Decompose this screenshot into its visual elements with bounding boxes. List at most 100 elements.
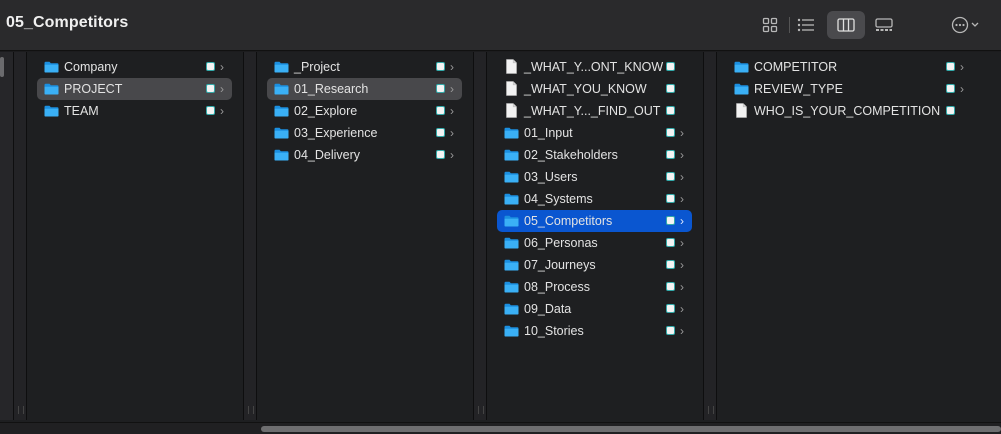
tag-icon [666,216,675,225]
tag-icon [436,106,445,115]
folder-row[interactable]: Company › [37,56,232,78]
folder-row[interactable]: PROJECT › [37,78,232,100]
document-icon [506,81,517,96]
item-label: 02_Stakeholders [524,148,618,162]
item-label: 03_Users [524,170,578,184]
horizontal-scroll-thumb[interactable] [261,426,1001,432]
tag-icon [666,326,675,335]
folder-icon [44,105,59,117]
item-label: 06_Personas [524,236,598,250]
folder-row[interactable]: REVIEW_TYPE › [727,78,972,100]
item-label: 03_Experience [294,126,378,140]
tag-icon [666,150,675,159]
column-resize-handle[interactable] [243,52,257,420]
folder-row[interactable]: _Project › [267,56,462,78]
folder-icon [504,259,519,271]
folder-icon [44,61,59,73]
tag-icon [206,84,215,93]
item-label: 07_Journeys [524,258,596,272]
chevron-right-icon: › [960,82,964,96]
folder-row[interactable]: 04_Systems › [497,188,692,210]
tag-icon [666,84,675,93]
folder-icon [274,127,289,139]
tag-icon [206,106,215,115]
folder-row[interactable]: 03_Experience › [267,122,462,144]
folder-row[interactable]: 03_Users › [497,166,692,188]
list-view-button[interactable] [793,11,819,39]
tag-icon [666,128,675,137]
document-icon [736,103,747,118]
chevron-right-icon: › [450,126,454,140]
tag-icon [436,84,445,93]
list-view-icon [797,18,814,32]
folder-row[interactable]: 07_Journeys › [497,254,692,276]
folder-icon [504,325,519,337]
folder-row[interactable]: 06_Personas › [497,232,692,254]
tag-icon [946,62,955,71]
folder-row[interactable]: 05_Competitors › [497,210,692,232]
folder-row[interactable]: 08_Process › [497,276,692,298]
file-row[interactable]: WHO_IS_YOUR_COMPETITION [727,100,972,122]
tag-icon [206,62,215,71]
chevron-right-icon: › [680,302,684,316]
column-resize-handle[interactable] [473,52,487,420]
horizontal-scrollbar[interactable] [0,422,1001,434]
tag-icon [666,194,675,203]
more-actions-icon [951,16,979,34]
tag-icon [436,128,445,137]
window-toolbar: 05_Competitors [0,0,1001,51]
tag-icon [666,304,675,313]
tag-icon [436,62,445,71]
tag-icon [666,238,675,247]
folder-row[interactable]: COMPETITOR › [727,56,972,78]
window-title: 05_Competitors [6,14,129,31]
more-actions-button[interactable] [945,11,987,39]
file-row[interactable]: _WHAT_Y..._FIND_OUT [497,100,692,122]
item-label: _Project [294,60,340,74]
folder-icon [274,61,289,73]
item-label: 04_Systems [524,192,593,206]
folder-row[interactable]: 10_Stories › [497,320,692,342]
item-label: Company [64,60,118,74]
chevron-right-icon: › [680,324,684,338]
grid-view-button[interactable] [757,11,783,39]
item-label: PROJECT [64,82,123,96]
tag-icon [666,282,675,291]
chevron-right-icon: › [450,60,454,74]
item-label: COMPETITOR [754,60,838,74]
column-resize-handle[interactable] [703,52,717,420]
column-resize-handle[interactable] [13,52,27,420]
chevron-right-icon: › [220,104,224,118]
folder-icon [274,149,289,161]
chevron-right-icon: › [680,214,684,228]
chevron-right-icon: › [450,104,454,118]
chevron-right-icon: › [680,126,684,140]
folder-row[interactable]: 01_Research › [267,78,462,100]
column-view-icon [837,18,855,32]
item-label: REVIEW_TYPE [754,82,843,96]
folder-icon [274,105,289,117]
column-view-button[interactable] [827,11,865,39]
file-row[interactable]: _WHAT_YOU_KNOW [497,78,692,100]
item-label: 10_Stories [524,324,584,338]
chevron-right-icon: › [450,82,454,96]
chevron-right-icon: › [680,192,684,206]
tag-icon [436,150,445,159]
item-label: TEAM [64,104,99,118]
folder-row[interactable]: 02_Explore › [267,100,462,122]
gallery-view-button[interactable] [870,11,898,39]
folder-row[interactable]: 01_Input › [497,122,692,144]
gallery-view-icon [875,18,893,31]
file-row[interactable]: _WHAT_Y...ONT_KNOW [497,56,692,78]
chevron-right-icon: › [220,82,224,96]
folder-row[interactable]: 09_Data › [497,298,692,320]
folder-row[interactable]: 02_Stakeholders › [497,144,692,166]
item-label: 05_Competitors [524,214,613,228]
folder-row[interactable]: 04_Delivery › [267,144,462,166]
folder-icon [504,171,519,183]
folder-row[interactable]: TEAM › [37,100,232,122]
folder-icon [504,237,519,249]
folder-icon [504,149,519,161]
item-label: WHO_IS_YOUR_COMPETITION [754,104,941,118]
tag-icon [946,84,955,93]
